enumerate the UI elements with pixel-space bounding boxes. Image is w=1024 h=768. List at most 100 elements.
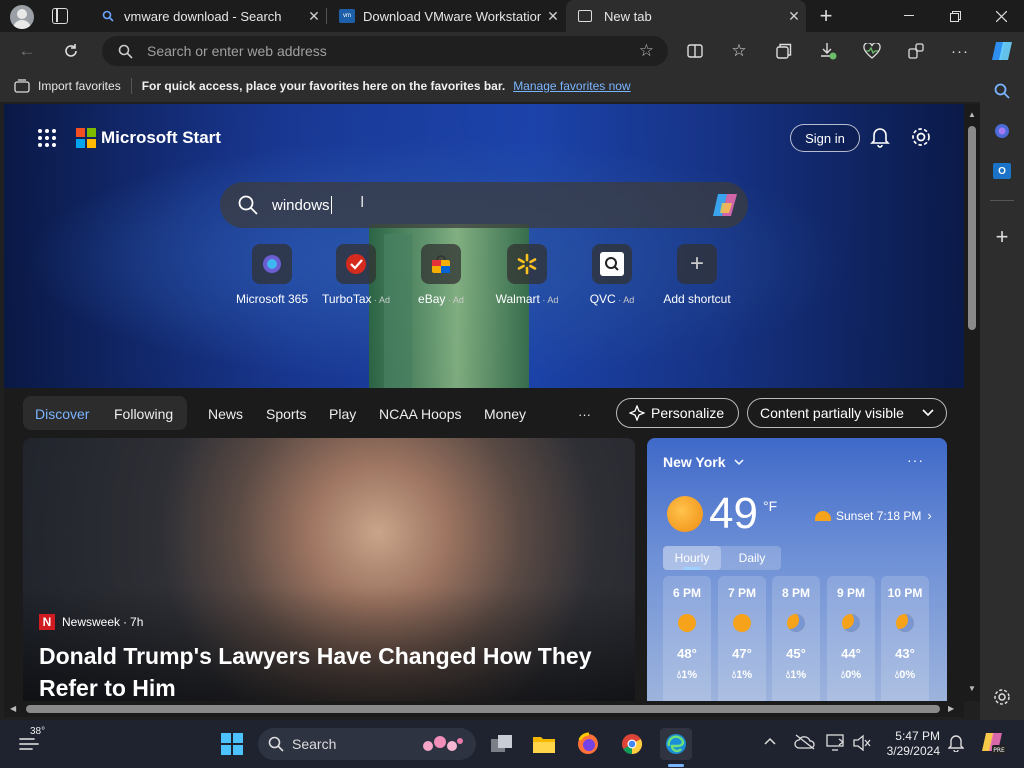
add-favorite-star-icon[interactable]: ☆ [639, 41, 654, 61]
vertical-scroll-thumb[interactable] [968, 126, 976, 330]
search-icon [238, 195, 258, 215]
search-input[interactable]: windows [272, 197, 330, 214]
app-launcher-icon[interactable] [38, 129, 56, 147]
weather-widget[interactable]: 38° [18, 726, 45, 756]
tab-daily[interactable]: Daily [723, 546, 781, 570]
tab-vmware-download[interactable]: vm Download VMware Workstation P ✕ [327, 0, 565, 32]
copilot-pre-icon[interactable]: PRE [980, 730, 1006, 761]
edge-sidebar: O + [980, 70, 1024, 720]
copilot-icon[interactable] [987, 36, 1017, 66]
favorites-icon[interactable]: ☆ [724, 36, 754, 66]
task-view-icon[interactable] [486, 728, 518, 760]
copilot-sidebar-icon[interactable] [987, 116, 1017, 146]
notifications-bell-icon[interactable] [947, 734, 965, 757]
tab-ncaa-hoops[interactable]: NCAA Hoops [379, 398, 461, 430]
more-tabs-button[interactable]: ··· [578, 398, 591, 430]
back-button[interactable]: ← [12, 36, 42, 66]
hourly-forecast-9pm[interactable]: 9 PM 44° 💧︎0% [827, 576, 875, 701]
refresh-button[interactable] [56, 36, 86, 66]
tab-new-tab[interactable]: New tab ✕ [566, 0, 806, 32]
split-screen-icon[interactable] [680, 36, 710, 66]
plus-icon: + [677, 244, 717, 284]
downloads-icon[interactable] [813, 36, 843, 66]
hourly-forecast-8pm[interactable]: 8 PM 45° 💧︎1% [772, 576, 820, 701]
edge-taskbar-icon[interactable] [660, 728, 692, 760]
add-shortcut-button[interactable]: + Add shortcut [657, 244, 737, 306]
hourly-forecast-10pm[interactable]: 10 PM 43° 💧︎0% [881, 576, 929, 701]
minimize-button[interactable] [886, 0, 932, 32]
close-window-button[interactable] [978, 0, 1024, 32]
close-tab-icon[interactable]: ✕ [302, 8, 326, 25]
tab-following[interactable]: Following [114, 398, 173, 430]
walmart-spark-icon [507, 244, 547, 284]
taskbar-search-box[interactable]: Search [258, 728, 476, 760]
new-tab-button[interactable]: + [814, 3, 838, 28]
clock[interactable]: 5:47 PM 3/29/2024 [878, 729, 940, 759]
address-bar[interactable]: Search or enter web address ☆ [102, 36, 668, 66]
copilot-icon[interactable] [710, 191, 740, 219]
show-hidden-icons-icon[interactable] [764, 734, 776, 748]
horizontal-scrollbar[interactable]: ◀ ▶ [4, 701, 964, 717]
browser-essentials-icon[interactable] [857, 36, 887, 66]
profile-avatar[interactable] [10, 5, 34, 29]
outlook-icon[interactable]: O [987, 156, 1017, 186]
hero-background: Microsoft Start Sign in windows I Micros… [4, 104, 964, 388]
sidebar-settings-icon[interactable] [987, 682, 1017, 712]
weather-location[interactable]: New York [663, 454, 744, 470]
shortcut-turbotax[interactable]: TurboTax · Ad [316, 244, 396, 306]
settings-gear-icon[interactable] [910, 126, 932, 148]
search-icon[interactable] [987, 76, 1017, 106]
settings-and-more-icon[interactable]: ··· [945, 36, 975, 66]
volume-muted-icon[interactable] [852, 734, 872, 757]
brand-title[interactable]: Microsoft Start [101, 128, 221, 148]
onedrive-icon[interactable] [794, 734, 816, 755]
start-button[interactable] [216, 728, 248, 760]
tab-vmware-search[interactable]: vmware download - Search ✕ [88, 0, 326, 32]
import-favorites-button[interactable]: Import favorites [38, 79, 121, 93]
add-sidebar-app-icon[interactable]: + [987, 222, 1017, 252]
sunset-info[interactable]: Sunset 7:18 PM › [815, 508, 932, 523]
close-tab-icon[interactable]: ✕ [782, 8, 806, 25]
shortcut-microsoft-365[interactable]: Microsoft 365 [232, 244, 312, 306]
weather-more-icon[interactable]: ··· [907, 452, 924, 468]
tab-play[interactable]: Play [329, 398, 356, 430]
tab-discover[interactable]: Discover [35, 398, 89, 430]
scroll-up-arrow-icon[interactable]: ▲ [968, 110, 976, 119]
scroll-down-arrow-icon[interactable]: ▼ [968, 684, 976, 693]
article-headline[interactable]: Donald Trump's Lawyers Have Changed How … [39, 640, 619, 701]
horizontal-scroll-thumb[interactable] [26, 705, 940, 713]
search-icon [118, 44, 133, 59]
tab-sports[interactable]: Sports [266, 398, 306, 430]
shortcut-ebay[interactable]: eBay · Ad [401, 244, 481, 306]
cherry-blossom-icon [420, 734, 466, 754]
display-network-icon[interactable] [826, 734, 846, 757]
restore-button[interactable] [932, 0, 978, 32]
file-explorer-icon[interactable] [528, 728, 560, 760]
shortcut-walmart[interactable]: Walmart · Ad [487, 244, 567, 306]
web-search-box[interactable]: windows I [220, 182, 748, 228]
chrome-icon[interactable] [616, 728, 648, 760]
qvc-icon [592, 244, 632, 284]
hourly-forecast-6pm[interactable]: 6 PM 48° 💧︎1% [663, 576, 711, 701]
tab-news[interactable]: News [208, 398, 243, 430]
scroll-right-arrow-icon[interactable]: ▶ [948, 704, 954, 713]
notifications-bell-icon[interactable] [870, 126, 892, 150]
tab-actions-icon[interactable] [52, 8, 68, 24]
news-card[interactable]: N Newsweek · 7h Donald Trump's Lawyers H… [23, 438, 635, 701]
extensions-icon[interactable] [901, 36, 931, 66]
scroll-left-arrow-icon[interactable]: ◀ [10, 704, 16, 713]
close-tab-icon[interactable]: ✕ [541, 8, 565, 25]
favorites-bar: Import favorites For quick access, place… [0, 70, 980, 102]
hourly-forecast-7pm[interactable]: 7 PM 47° 💧︎1% [718, 576, 766, 701]
sign-in-button[interactable]: Sign in [790, 124, 860, 152]
shortcut-qvc[interactable]: QVC · Ad [572, 244, 652, 306]
weather-card[interactable]: New York ··· 49 °F Sunset 7:18 PM › Hour… [647, 438, 947, 701]
collections-icon[interactable] [769, 36, 799, 66]
personalize-button[interactable]: Personalize [616, 398, 739, 428]
vertical-scrollbar[interactable]: ▲ ▼ [964, 104, 980, 701]
firefox-icon[interactable] [572, 728, 604, 760]
content-visibility-dropdown[interactable]: Content partially visible [747, 398, 947, 428]
manage-favorites-link[interactable]: Manage favorites now [513, 79, 630, 93]
tab-money[interactable]: Money [484, 398, 526, 430]
import-favorites-icon[interactable] [14, 79, 30, 93]
